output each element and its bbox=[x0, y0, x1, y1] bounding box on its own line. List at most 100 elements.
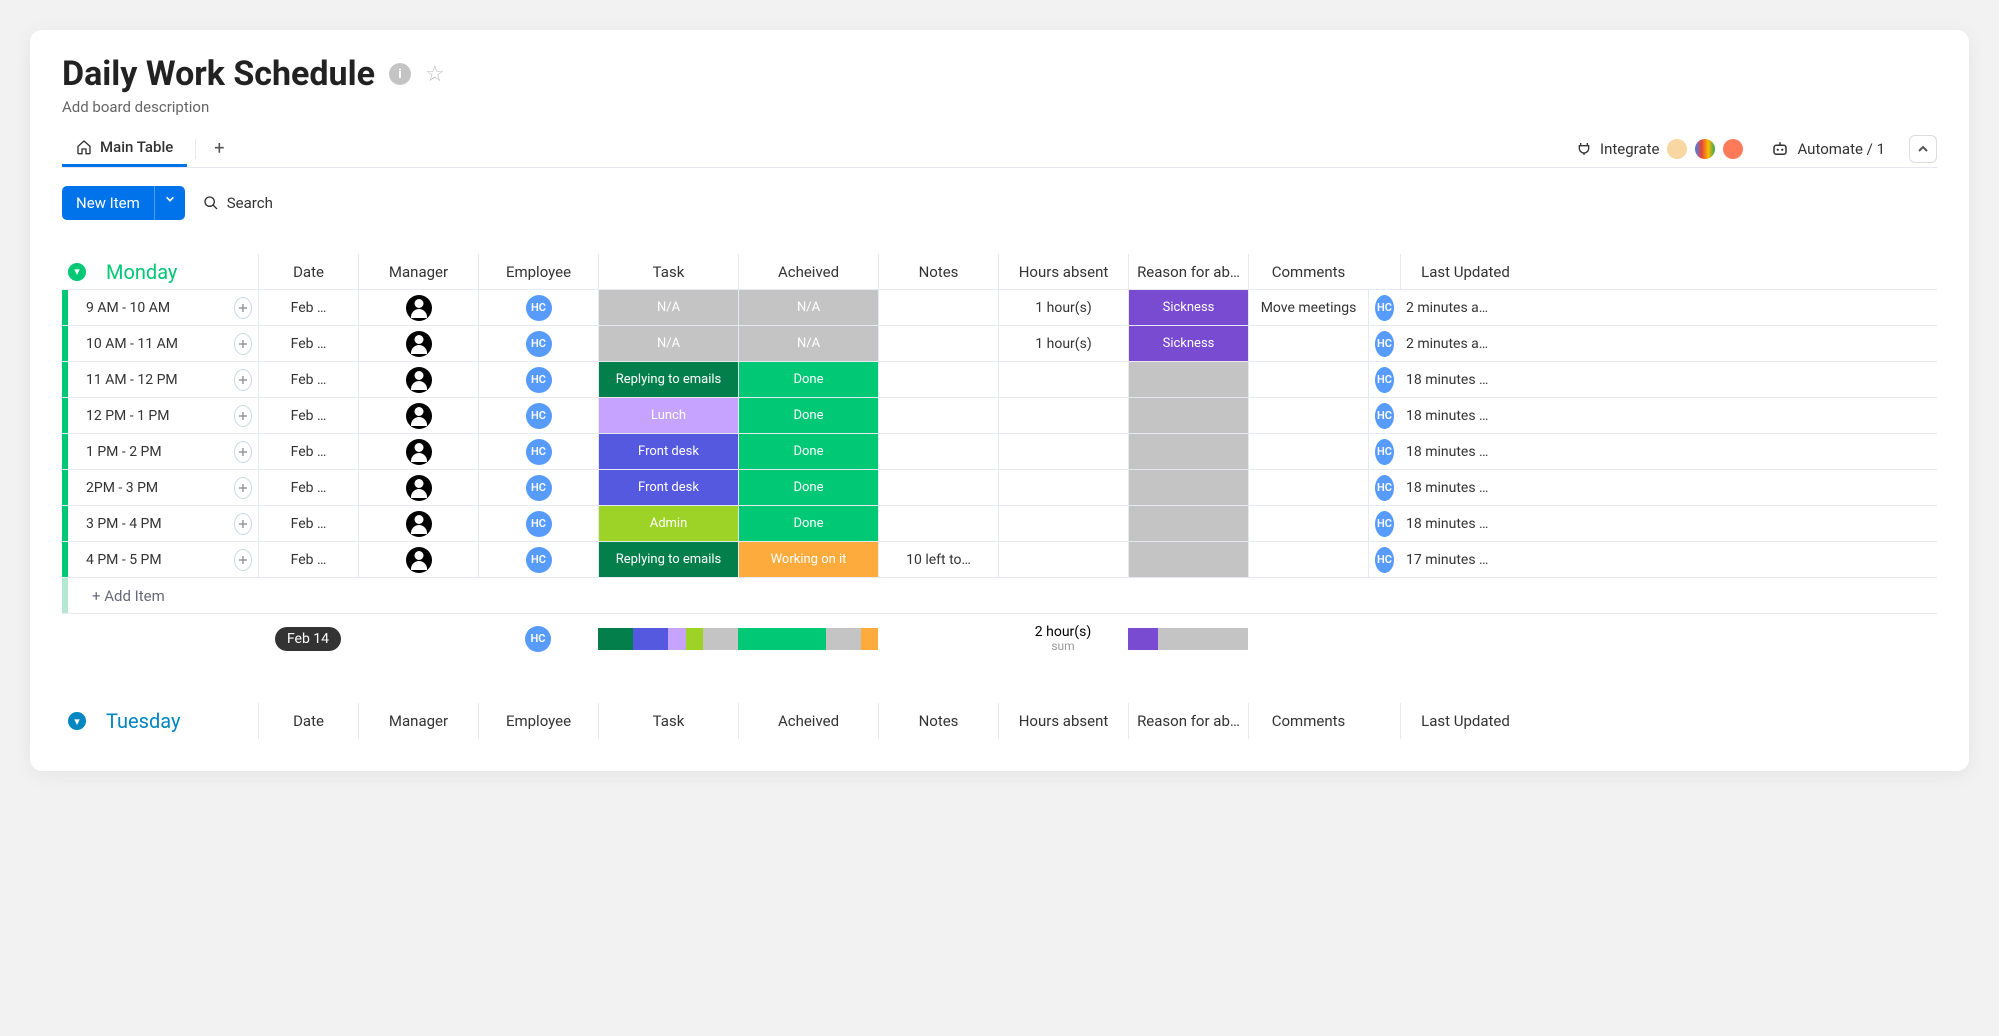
col-last-updated-t[interactable]: Last Updated bbox=[1400, 703, 1530, 739]
table-row[interactable]: 12 PM - 1 PM Feb … HC Lunch Done HC 18 m… bbox=[62, 398, 1937, 434]
cell-task[interactable]: Lunch bbox=[598, 398, 738, 433]
collapse-toolbar-button[interactable] bbox=[1909, 135, 1937, 163]
cell-employee[interactable]: HC bbox=[478, 362, 598, 397]
board-description[interactable]: Add board description bbox=[62, 98, 1937, 116]
cell-achieved[interactable]: Done bbox=[738, 398, 878, 433]
cell-hours[interactable]: 1 hour(s) bbox=[998, 290, 1128, 325]
automate-button[interactable]: Automate / 1 bbox=[1767, 134, 1889, 164]
expand-icon[interactable] bbox=[234, 513, 252, 535]
cell-manager[interactable] bbox=[358, 542, 478, 577]
col-date-t[interactable]: Date bbox=[258, 703, 358, 739]
cell-date[interactable]: Feb … bbox=[258, 326, 358, 361]
cell-reason[interactable]: Sickness bbox=[1128, 326, 1248, 361]
expand-item[interactable] bbox=[228, 326, 258, 361]
table-row[interactable]: 2PM - 3 PM Feb … HC Front desk Done HC 1… bbox=[62, 470, 1937, 506]
add-item-text[interactable]: + Add Item bbox=[68, 587, 1937, 605]
col-reason[interactable]: Reason for ab… bbox=[1128, 254, 1248, 289]
col-manager-t[interactable]: Manager bbox=[358, 703, 478, 739]
col-hours-absent[interactable]: Hours absent bbox=[998, 254, 1128, 289]
table-row[interactable]: 4 PM - 5 PM Feb … HC Replying to emails … bbox=[62, 542, 1937, 578]
col-employee-t[interactable]: Employee bbox=[478, 703, 598, 739]
cell-notes[interactable] bbox=[878, 362, 998, 397]
expand-icon[interactable] bbox=[234, 441, 252, 463]
item-name[interactable]: 9 AM - 10 AM bbox=[68, 290, 228, 325]
group-name-monday[interactable]: Monday bbox=[106, 260, 177, 284]
cell-manager[interactable] bbox=[358, 506, 478, 541]
cell-achieved[interactable]: Done bbox=[738, 470, 878, 505]
cell-reason[interactable]: Sickness bbox=[1128, 290, 1248, 325]
cell-hours[interactable] bbox=[998, 362, 1128, 397]
item-name[interactable]: 2PM - 3 PM bbox=[68, 470, 228, 505]
cell-task[interactable]: Front desk bbox=[598, 470, 738, 505]
table-row[interactable]: 1 PM - 2 PM Feb … HC Front desk Done HC … bbox=[62, 434, 1937, 470]
item-name[interactable]: 10 AM - 11 AM bbox=[68, 326, 228, 361]
cell-notes[interactable]: 10 left to… bbox=[878, 542, 998, 577]
col-task-t[interactable]: Task bbox=[598, 703, 738, 739]
cell-comments[interactable] bbox=[1248, 362, 1368, 397]
cell-achieved[interactable]: Done bbox=[738, 362, 878, 397]
cell-comments[interactable] bbox=[1248, 326, 1368, 361]
cell-achieved[interactable]: Working on it bbox=[738, 542, 878, 577]
cell-hours[interactable] bbox=[998, 398, 1128, 433]
board-title[interactable]: Daily Work Schedule bbox=[62, 54, 375, 94]
cell-task[interactable]: Replying to emails bbox=[598, 362, 738, 397]
tab-main-table[interactable]: Main Table bbox=[62, 130, 187, 167]
info-icon[interactable]: i bbox=[389, 63, 411, 85]
cell-date[interactable]: Feb … bbox=[258, 506, 358, 541]
cell-task[interactable]: N/A bbox=[598, 290, 738, 325]
cell-reason[interactable] bbox=[1128, 398, 1248, 433]
cell-achieved[interactable]: N/A bbox=[738, 290, 878, 325]
expand-item[interactable] bbox=[228, 542, 258, 577]
cell-comments[interactable] bbox=[1248, 470, 1368, 505]
cell-comments[interactable] bbox=[1248, 398, 1368, 433]
table-row[interactable]: 10 AM - 11 AM Feb … HC N/A N/A 1 hour(s)… bbox=[62, 326, 1937, 362]
cell-achieved[interactable]: Done bbox=[738, 434, 878, 469]
cell-manager[interactable] bbox=[358, 470, 478, 505]
cell-date[interactable]: Feb … bbox=[258, 362, 358, 397]
expand-item[interactable] bbox=[228, 470, 258, 505]
cell-reason[interactable] bbox=[1128, 470, 1248, 505]
expand-icon[interactable] bbox=[234, 405, 252, 427]
cell-employee[interactable]: HC bbox=[478, 398, 598, 433]
cell-task[interactable]: Replying to emails bbox=[598, 542, 738, 577]
cell-notes[interactable] bbox=[878, 470, 998, 505]
col-last-updated[interactable]: Last Updated bbox=[1400, 254, 1530, 289]
cell-employee[interactable]: HC bbox=[478, 326, 598, 361]
integrate-button[interactable]: Integrate bbox=[1572, 133, 1747, 165]
expand-icon[interactable] bbox=[234, 297, 252, 319]
add-item-row[interactable]: + Add Item bbox=[62, 578, 1937, 614]
cell-employee[interactable]: HC bbox=[478, 434, 598, 469]
cell-employee[interactable]: HC bbox=[478, 470, 598, 505]
cell-task[interactable]: Admin bbox=[598, 506, 738, 541]
table-row[interactable]: 11 AM - 12 PM Feb … HC Replying to email… bbox=[62, 362, 1937, 398]
col-reason-t[interactable]: Reason for ab… bbox=[1128, 703, 1248, 739]
group-name-tuesday[interactable]: Tuesday bbox=[106, 709, 180, 733]
group-collapse-icon-tuesday[interactable]: ▾ bbox=[68, 712, 86, 730]
col-comments-t[interactable]: Comments bbox=[1248, 703, 1368, 739]
col-achieved[interactable]: Acheived bbox=[738, 254, 878, 289]
cell-comments[interactable]: Move meetings bbox=[1248, 290, 1368, 325]
add-tab-button[interactable]: + bbox=[204, 132, 234, 165]
expand-item[interactable] bbox=[228, 434, 258, 469]
col-employee[interactable]: Employee bbox=[478, 254, 598, 289]
search-button[interactable]: Search bbox=[203, 194, 273, 212]
item-name[interactable]: 1 PM - 2 PM bbox=[68, 434, 228, 469]
col-task[interactable]: Task bbox=[598, 254, 738, 289]
cell-hours[interactable]: 1 hour(s) bbox=[998, 326, 1128, 361]
favorite-star-icon[interactable]: ☆ bbox=[425, 62, 445, 87]
cell-date[interactable]: Feb … bbox=[258, 542, 358, 577]
col-date[interactable]: Date bbox=[258, 254, 358, 289]
cell-employee[interactable]: HC bbox=[478, 506, 598, 541]
col-notes-t[interactable]: Notes bbox=[878, 703, 998, 739]
col-manager[interactable]: Manager bbox=[358, 254, 478, 289]
cell-reason[interactable] bbox=[1128, 362, 1248, 397]
item-name[interactable]: 12 PM - 1 PM bbox=[68, 398, 228, 433]
expand-icon[interactable] bbox=[234, 549, 252, 571]
cell-notes[interactable] bbox=[878, 434, 998, 469]
cell-date[interactable]: Feb … bbox=[258, 434, 358, 469]
expand-item[interactable] bbox=[228, 362, 258, 397]
cell-notes[interactable] bbox=[878, 290, 998, 325]
cell-hours[interactable] bbox=[998, 542, 1128, 577]
cell-reason[interactable] bbox=[1128, 434, 1248, 469]
cell-notes[interactable] bbox=[878, 398, 998, 433]
